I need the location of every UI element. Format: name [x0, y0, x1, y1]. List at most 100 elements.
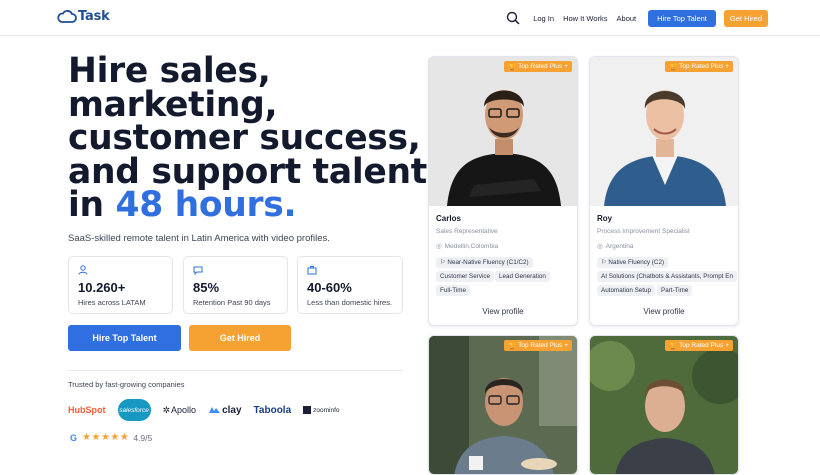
language-text: Native Fluency (C2)	[608, 259, 665, 266]
hero-line-prefix: in	[68, 185, 116, 225]
nav-how-it-works-link[interactable]: How It Works	[563, 14, 607, 23]
skill-chip: Customer Service	[436, 271, 495, 282]
hire-top-talent-button[interactable]: Hire Top Talent	[68, 325, 181, 351]
nav-login-link[interactable]: Log In	[533, 14, 554, 23]
hero-accent: 48 hours.	[115, 185, 297, 225]
talent-photo: 🏆 Top Rated Plus +	[429, 57, 577, 206]
bag-icon	[307, 266, 317, 275]
trusted-label: Trusted by fast-growing companies	[68, 380, 185, 389]
trophy-icon: 🏆	[669, 63, 678, 71]
location-text: Argentina	[605, 242, 634, 250]
language-text: Near-Native Fluency (C1/C2)	[447, 259, 529, 266]
photo-illustration	[590, 336, 738, 474]
rating-value: 4.9/5	[133, 432, 153, 443]
stat-label: Retention Past 90 days	[193, 298, 271, 307]
cloudtask-logo[interactable]: Task	[57, 9, 110, 24]
talent-photo: 🏆 Top Rated Plus +	[590, 57, 738, 206]
apollo-mark-icon: ✲	[162, 404, 171, 415]
get-hired-button[interactable]: Get Hired	[189, 325, 291, 351]
divider	[68, 370, 403, 371]
trusted-logos: HubSpot salesforce ✲ Apollo clay Taboola …	[68, 398, 352, 422]
trophy-icon: 🏆	[508, 63, 517, 71]
nav-hire-top-talent-button[interactable]: Hire Top Talent	[648, 9, 716, 27]
clay-logo-text: clay	[222, 404, 242, 416]
stat-label: Less than domestic hires.	[307, 298, 393, 307]
talent-role: Process Improvement Specialist	[597, 228, 690, 235]
language-chip: ⚐ Near-Native Fluency (C1/C2)	[436, 257, 533, 268]
location-text: Medellin,Colombia	[444, 242, 499, 250]
location-pin-icon: ◎	[597, 243, 603, 250]
hero-line: customer success,	[68, 118, 421, 158]
clay-logo: clay	[208, 404, 242, 416]
badge-label: Top Rated Plus	[518, 63, 563, 70]
talent-location: ◎ Argentina	[597, 242, 634, 251]
talent-role: Sales Representative	[436, 228, 498, 235]
badge-label: Top Rated Plus	[679, 63, 724, 70]
skill-chip: Lead Generation	[495, 271, 550, 282]
location-pin-icon: ◎	[436, 243, 442, 250]
top-rated-badge: 🏆 Top Rated Plus +	[504, 340, 572, 351]
nav-get-hired-button[interactable]: Get Hired	[723, 9, 768, 27]
plus-icon: +	[564, 63, 568, 70]
talent-card[interactable]: 🏆 Top Rated Plus +	[428, 335, 578, 475]
photo-illustration	[590, 57, 738, 206]
rating-row: G ★★★★★ 4.9/5	[70, 432, 152, 443]
talent-photo: 🏆 Top Rated Plus +	[590, 336, 738, 474]
hero-line: Hire sales,	[68, 51, 271, 91]
plus-icon: +	[725, 63, 729, 70]
badge-label: Top Rated Plus	[679, 342, 724, 349]
hero-line: and support talent	[68, 151, 427, 192]
talent-name: Roy	[597, 214, 613, 223]
trophy-icon: 🏆	[508, 342, 517, 350]
stat-value: 85%	[193, 280, 220, 295]
top-rated-badge: 🏆 Top Rated Plus +	[504, 61, 572, 72]
nav-about-link[interactable]: About	[617, 14, 637, 23]
apollo-logo-text: Apollo	[171, 405, 197, 415]
hero-line: marketing,	[68, 84, 278, 125]
stat-value: 10.260+	[78, 280, 126, 295]
availability-chip: Full-Time	[436, 285, 471, 296]
hubspot-logo: HubSpot	[68, 405, 106, 415]
top-rated-badge: 🏆 Top Rated Plus +	[665, 340, 733, 351]
apollo-logo: ✲ Apollo	[163, 405, 197, 416]
skill-chip: AI Solutions (Chatbots & Assistants, Pro…	[597, 271, 737, 282]
stat-value: 40-60%	[307, 280, 352, 295]
chat-icon	[193, 266, 203, 275]
zoominfo-logo: zoominfo	[303, 406, 340, 414]
talent-photo: 🏆 Top Rated Plus +	[429, 336, 577, 474]
user-icon	[78, 265, 88, 275]
top-rated-badge: 🏆 Top Rated Plus +	[665, 61, 733, 72]
availability-chip: Part-Time	[657, 285, 693, 296]
view-profile-link[interactable]: View profile	[590, 307, 738, 316]
clay-mark-icon	[209, 406, 221, 413]
talent-location: ◎ Medellin,Colombia	[436, 242, 499, 251]
view-profile-link[interactable]: View profile	[429, 307, 577, 316]
skill-chip: Automation Setup	[597, 285, 656, 296]
zoominfo-logo-text: zoominfo	[313, 406, 340, 414]
photo-illustration	[429, 57, 577, 206]
hero-line: in 48 hours.	[68, 188, 427, 223]
plus-icon: +	[564, 342, 568, 349]
logo-text: Task	[78, 9, 110, 24]
stars-icon: ★★★★★	[82, 432, 130, 443]
top-navbar: Task Log In How It Works About Hire Top …	[0, 0, 820, 36]
search-icon[interactable]	[506, 11, 520, 25]
badge-label: Top Rated Plus	[518, 342, 563, 349]
language-chip: ⚐ Native Fluency (C2)	[597, 257, 669, 268]
talent-card[interactable]: 🏆 Top Rated Plus +	[589, 335, 739, 475]
talent-card-roy[interactable]: 🏆 Top Rated Plus + Roy Process Improvement…	[589, 56, 739, 326]
talent-card-carlos[interactable]: 🏆 Top Rated Plus + Carlos Sales Representa…	[428, 56, 578, 326]
salesforce-logo: salesforce	[117, 399, 151, 421]
cloud-icon	[57, 10, 77, 23]
trophy-icon: 🏆	[669, 342, 678, 350]
stat-card-retention: 85% Retention Past 90 days	[183, 256, 288, 314]
hero-heading: Hire sales, marketing, customer success,…	[68, 51, 427, 223]
stat-card-hires: 10.260+ Hires across LATAM	[68, 256, 173, 314]
photo-illustration	[429, 336, 577, 474]
stat-card-savings: 40-60% Less than domestic hires.	[297, 256, 403, 314]
zoominfo-mark-icon	[303, 406, 312, 414]
talent-name: Carlos	[436, 214, 461, 223]
stat-label: Hires across LATAM	[78, 298, 146, 307]
hero-subtitle: SaaS-skilled remote talent in Latin Amer…	[68, 233, 330, 244]
taboola-logo: Taboola	[253, 404, 292, 416]
